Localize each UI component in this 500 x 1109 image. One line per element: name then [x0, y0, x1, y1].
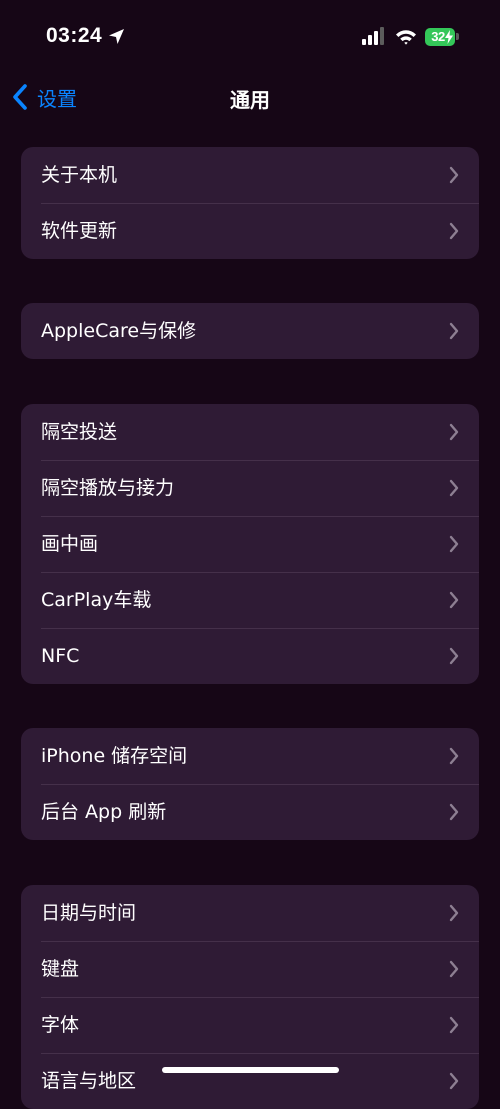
- row-label: 后台 App 刷新: [41, 801, 167, 823]
- battery-cap: [456, 33, 459, 40]
- chevron-right-icon: [449, 423, 459, 441]
- status-time: 03:24: [46, 24, 103, 47]
- row-label: CarPlay车载: [41, 589, 152, 611]
- status-bar: 03:24 32: [0, 0, 500, 74]
- row-date-time[interactable]: 日期与时间: [21, 885, 479, 941]
- row-label: 画中画: [41, 533, 99, 555]
- row-label: 关于本机: [41, 164, 118, 186]
- chevron-right-icon: [449, 1072, 459, 1090]
- chevron-right-icon: [449, 1016, 459, 1034]
- chevron-right-icon: [449, 960, 459, 978]
- settings-group-about: 关于本机 软件更新: [21, 147, 479, 259]
- chevron-right-icon: [449, 166, 459, 184]
- row-fonts[interactable]: 字体: [21, 997, 479, 1053]
- status-time-group: 03:24: [46, 24, 126, 48]
- home-indicator[interactable]: [162, 1067, 339, 1073]
- settings-group-locale: 日期与时间 键盘 字体 语言与地区: [21, 885, 479, 1109]
- row-keyboard[interactable]: 键盘: [21, 941, 479, 997]
- chevron-right-icon: [449, 322, 459, 340]
- settings-group-applecare: AppleCare与保修: [21, 303, 479, 359]
- row-label: 语言与地区: [41, 1070, 137, 1092]
- row-label: 隔空播放与接力: [41, 477, 175, 499]
- cellular-signal-icon: [362, 27, 386, 46]
- chevron-right-icon: [449, 647, 459, 665]
- row-label: NFC: [41, 645, 80, 667]
- row-label: iPhone 储存空间: [41, 745, 188, 767]
- charging-bolt-icon: [445, 29, 453, 44]
- page-title: 通用: [230, 88, 270, 112]
- row-label: 隔空投送: [41, 421, 118, 443]
- row-about[interactable]: 关于本机: [21, 147, 479, 203]
- location-arrow-icon: [107, 27, 126, 46]
- chevron-right-icon: [449, 222, 459, 240]
- status-indicators: 32: [362, 27, 459, 46]
- row-iphone-storage[interactable]: iPhone 储存空间: [21, 728, 479, 784]
- row-label: 日期与时间: [41, 902, 137, 924]
- navigation-bar: 设置 通用: [0, 74, 500, 120]
- row-label: 键盘: [41, 958, 80, 980]
- chevron-right-icon: [449, 803, 459, 821]
- row-label: AppleCare与保修: [41, 320, 197, 342]
- row-airdrop[interactable]: 隔空投送: [21, 404, 479, 460]
- chevron-right-icon: [449, 904, 459, 922]
- battery-icon: 32: [425, 27, 455, 46]
- row-picture-in-picture[interactable]: 画中画: [21, 516, 479, 572]
- row-applecare[interactable]: AppleCare与保修: [21, 303, 479, 359]
- row-background-app-refresh[interactable]: 后台 App 刷新: [21, 784, 479, 840]
- chevron-right-icon: [449, 479, 459, 497]
- row-carplay[interactable]: CarPlay车载: [21, 572, 479, 628]
- wifi-icon: [395, 28, 417, 46]
- row-software-update[interactable]: 软件更新: [21, 203, 479, 259]
- row-airplay-handoff[interactable]: 隔空播放与接力: [21, 460, 479, 516]
- chevron-right-icon: [449, 747, 459, 765]
- settings-group-storage: iPhone 储存空间 后台 App 刷新: [21, 728, 479, 840]
- chevron-right-icon: [449, 591, 459, 609]
- row-label: 字体: [41, 1014, 80, 1036]
- row-nfc[interactable]: NFC: [21, 628, 479, 684]
- row-label: 软件更新: [41, 220, 118, 242]
- settings-group-connectivity: 隔空投送 隔空播放与接力 画中画 CarPlay车载 NFC: [21, 404, 479, 684]
- battery-level: 32: [431, 29, 445, 44]
- row-language-region[interactable]: 语言与地区: [21, 1053, 479, 1109]
- chevron-right-icon: [449, 535, 459, 553]
